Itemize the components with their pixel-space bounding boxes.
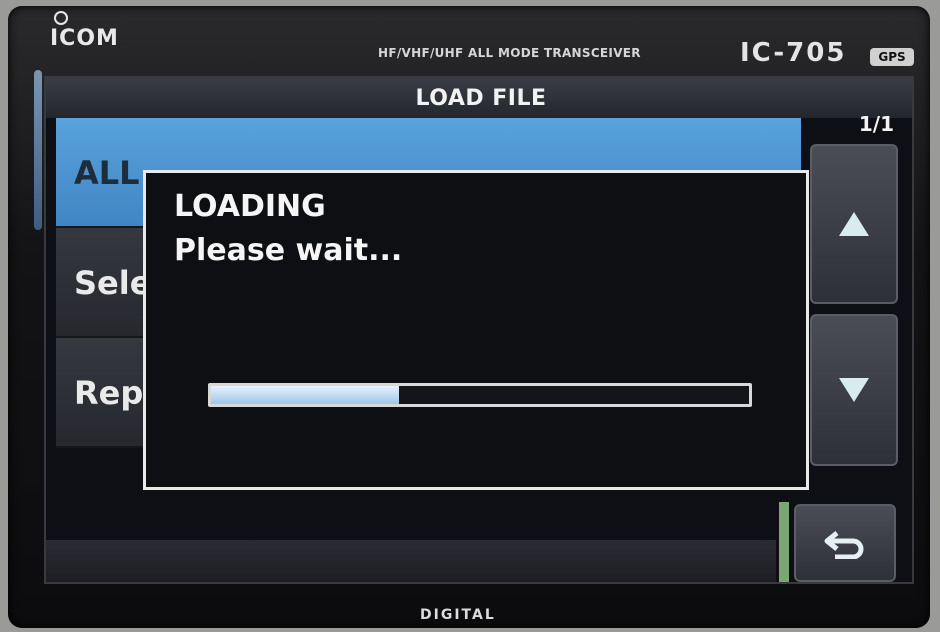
- back-button[interactable]: [794, 504, 896, 582]
- progress-fill: [211, 386, 400, 404]
- list-item-label: ALL: [74, 154, 140, 192]
- brand-logo: ICOM: [50, 11, 119, 51]
- bottom-strip: [46, 540, 776, 582]
- digital-label: DIGITAL: [420, 607, 496, 623]
- page-indicator: 1/1: [858, 112, 894, 136]
- return-arrow-icon: [824, 531, 864, 559]
- list-item-label: Sele: [74, 264, 152, 302]
- model-description: HF/VHF/UHF ALL MODE TRANSCEIVER: [378, 46, 641, 60]
- progress-bar: [208, 383, 752, 407]
- scroll-down-button[interactable]: [810, 314, 898, 466]
- logo-ring-icon: [54, 11, 68, 25]
- loading-dialog: LOADING Please wait...: [143, 170, 809, 490]
- touch-screen: LOAD FILE 1/1 ALL Sele Rep LOADING Pleas…: [44, 76, 914, 584]
- scroll-up-button[interactable]: [810, 144, 898, 304]
- model-name: IC-705: [740, 38, 847, 68]
- focus-indicator: [779, 502, 789, 582]
- title-bar: LOAD FILE: [46, 78, 912, 118]
- brand-name: ICOM: [50, 26, 119, 51]
- dialog-message: Please wait...: [174, 233, 403, 268]
- triangle-up-icon: [839, 212, 869, 236]
- dialog-title: LOADING: [174, 189, 326, 224]
- triangle-down-icon: [839, 378, 869, 402]
- page-title: LOAD FILE: [415, 86, 547, 111]
- gps-badge: GPS: [870, 48, 914, 66]
- list-item-label: Rep: [74, 374, 144, 412]
- screen-glare: [34, 70, 42, 230]
